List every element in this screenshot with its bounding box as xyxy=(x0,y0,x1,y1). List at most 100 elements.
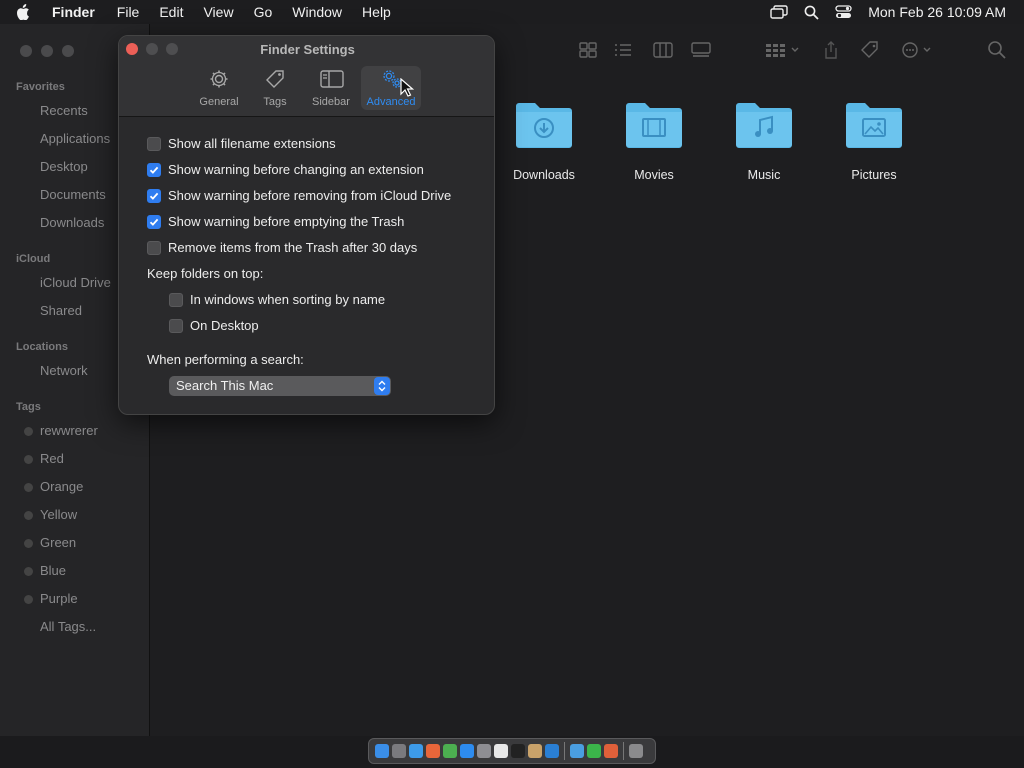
finder-app-icon[interactable] xyxy=(375,744,389,758)
tab-label: Tags xyxy=(263,96,287,108)
group-by-icon[interactable] xyxy=(764,40,804,60)
sidebar-all-tags[interactable]: All Tags... xyxy=(40,619,96,634)
option-warn-icloud-remove[interactable]: Show warning before removing from iCloud… xyxy=(147,188,451,203)
checkmark-icon xyxy=(149,166,159,174)
checkbox[interactable] xyxy=(147,240,161,255)
tag-dot-icon xyxy=(24,595,33,604)
menu-help[interactable]: Help xyxy=(352,4,401,20)
icon-view-icon[interactable] xyxy=(577,40,599,60)
checkbox[interactable] xyxy=(169,318,183,333)
excel-app-icon[interactable] xyxy=(587,744,601,758)
tab-general[interactable]: General xyxy=(189,66,249,110)
menu-file[interactable]: File xyxy=(107,4,150,20)
option-label: On Desktop xyxy=(190,318,259,333)
folder-label: Downloads xyxy=(513,168,575,182)
system-settings-app-icon[interactable] xyxy=(477,744,491,758)
sidebar-tag-green[interactable]: Green xyxy=(40,535,76,550)
trash-icon[interactable] xyxy=(629,744,643,758)
tag-dot-icon xyxy=(24,567,33,576)
option-label: Remove items from the Trash after 30 day… xyxy=(168,240,418,255)
dock-separator xyxy=(623,742,624,760)
option-label: In windows when sorting by name xyxy=(190,292,386,307)
spotlight-search-icon[interactable] xyxy=(804,5,819,20)
sidebar-tag-orange[interactable]: Orange xyxy=(40,479,83,494)
sidebar-tag-blue[interactable]: Blue xyxy=(40,563,66,578)
sidebar-item-recents[interactable]: Recents xyxy=(40,103,88,118)
zoom-button[interactable] xyxy=(62,45,74,57)
downloads-stack-icon[interactable] xyxy=(570,744,584,758)
terminal-app-icon[interactable] xyxy=(511,744,525,758)
settings-titlebar: Finder Settings General Tags Sidebar Adv… xyxy=(119,36,494,117)
option-show-extensions[interactable]: Show all filename extensions xyxy=(147,136,336,151)
menu-edit[interactable]: Edit xyxy=(149,4,193,20)
select-value: Search This Mac xyxy=(176,378,274,393)
downloads-folder-icon xyxy=(514,98,574,150)
search-scope-select[interactable]: Search This Mac xyxy=(169,376,391,396)
sidebar-item-shared[interactable]: Shared xyxy=(40,303,82,318)
launchpad-app-icon[interactable] xyxy=(392,744,406,758)
option-folders-top-windows[interactable]: In windows when sorting by name xyxy=(169,292,385,307)
chrome-app-icon[interactable] xyxy=(443,744,457,758)
option-warn-empty-trash[interactable]: Show warning before emptying the Trash xyxy=(147,214,404,229)
tag-dot-icon xyxy=(24,539,33,548)
folder-item[interactable]: Movies xyxy=(609,98,699,182)
sidebar-item-desktop[interactable]: Desktop xyxy=(40,159,88,174)
tab-tags[interactable]: Tags xyxy=(245,66,305,110)
checkbox[interactable] xyxy=(147,136,161,151)
menu-app-finder[interactable]: Finder xyxy=(46,4,107,20)
sidebar-item-applications[interactable]: Applications xyxy=(40,131,110,146)
minimize-button[interactable] xyxy=(41,45,53,57)
app-store-app-icon[interactable] xyxy=(460,744,474,758)
menu-go[interactable]: Go xyxy=(244,4,283,20)
sidebar-item-network[interactable]: Network xyxy=(40,363,88,378)
checkbox[interactable] xyxy=(169,292,183,307)
search-icon[interactable] xyxy=(986,40,1008,60)
folder-label: Pictures xyxy=(851,168,897,182)
chevron-updown-icon xyxy=(374,377,390,395)
gallery-view-icon[interactable] xyxy=(690,40,712,60)
sidebar-item-documents[interactable]: Documents xyxy=(40,187,106,202)
option-label: Show warning before changing an extensio… xyxy=(168,162,424,177)
menu-window[interactable]: Window xyxy=(282,4,352,20)
option-folders-top-desktop[interactable]: On Desktop xyxy=(169,318,259,333)
checkbox-checked[interactable] xyxy=(147,188,161,203)
vscode-app-icon[interactable] xyxy=(545,744,559,758)
firefox-app-icon[interactable] xyxy=(426,744,440,758)
apple-menu-icon[interactable] xyxy=(0,4,46,20)
safari-app-icon[interactable] xyxy=(409,744,423,758)
sidebar-section-tags: Tags xyxy=(16,401,41,413)
list-view-icon[interactable] xyxy=(612,40,634,60)
tab-sidebar[interactable]: Sidebar xyxy=(301,66,361,110)
menu-clock[interactable]: Mon Feb 26 10:09 AM xyxy=(868,4,1006,20)
sidebar-tag-rewwrerer[interactable]: rewwrerer xyxy=(40,423,98,438)
stack-app-icon[interactable] xyxy=(604,744,618,758)
music-folder-icon xyxy=(734,98,794,150)
sidebar-item-icloud-drive[interactable]: iCloud Drive xyxy=(40,275,111,290)
sidebar-tag-red[interactable]: Red xyxy=(40,451,64,466)
option-warn-change-extension[interactable]: Show warning before changing an extensio… xyxy=(147,162,424,177)
tag-icon[interactable] xyxy=(859,40,881,60)
tag-dot-icon xyxy=(24,483,33,492)
checkbox-checked[interactable] xyxy=(147,214,161,229)
sidebar-tag-purple[interactable]: Purple xyxy=(40,591,78,606)
sidebar-section-icloud: iCloud xyxy=(16,253,51,265)
folder-item[interactable]: Downloads xyxy=(499,98,589,182)
more-actions-icon[interactable] xyxy=(900,40,936,60)
option-remove-trash-30-days[interactable]: Remove items from the Trash after 30 day… xyxy=(147,240,417,255)
control-center-icon[interactable] xyxy=(835,5,852,19)
folder-item[interactable]: Music xyxy=(719,98,809,182)
sidebar-tag-yellow[interactable]: Yellow xyxy=(40,507,77,522)
dock-separator xyxy=(564,742,565,760)
sidebar-item-downloads[interactable]: Downloads xyxy=(40,215,104,230)
textedit-app-icon[interactable] xyxy=(494,744,508,758)
folder-item[interactable]: Pictures xyxy=(829,98,919,182)
sidebar-section-locations: Locations xyxy=(16,341,68,353)
menu-view[interactable]: View xyxy=(193,4,243,20)
close-button[interactable] xyxy=(20,45,32,57)
screen-mirroring-icon[interactable] xyxy=(770,5,788,19)
finder-window-controls xyxy=(20,45,74,57)
column-view-icon[interactable] xyxy=(652,40,674,60)
checkbox-checked[interactable] xyxy=(147,162,161,177)
share-icon[interactable] xyxy=(820,40,842,60)
brush-app-icon[interactable] xyxy=(528,744,542,758)
